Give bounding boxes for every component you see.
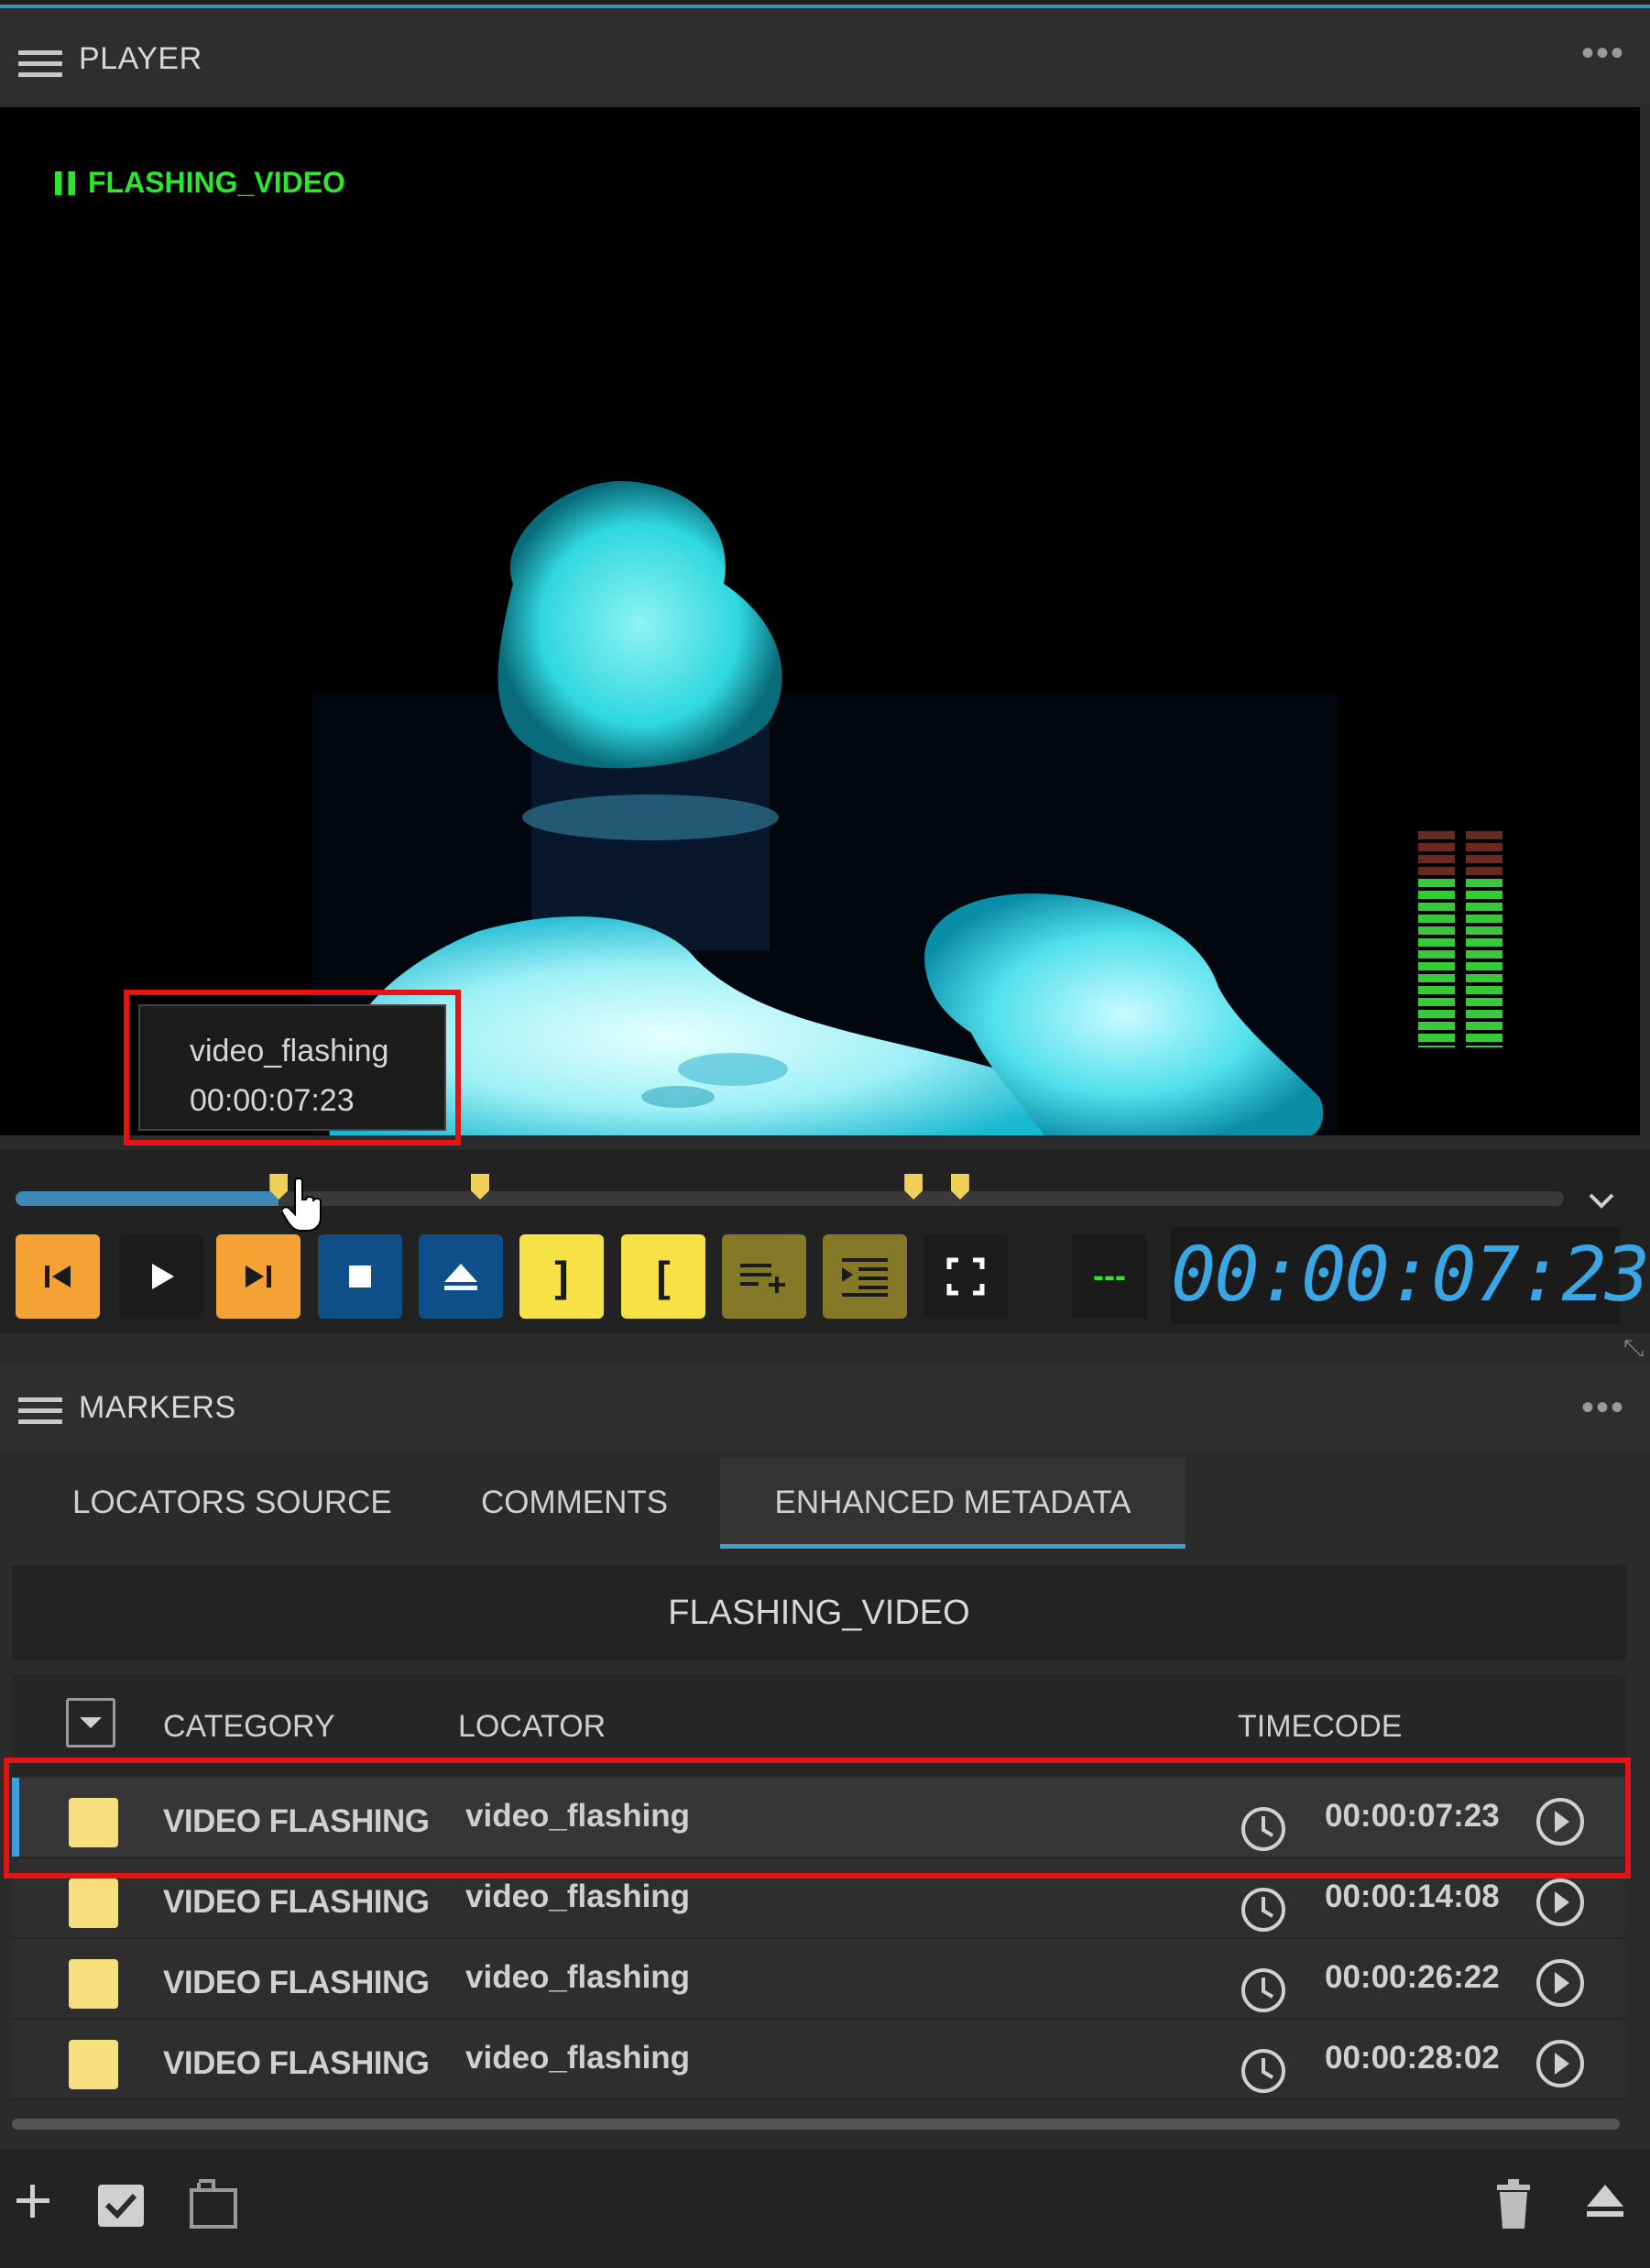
row-timecode: 00:00:26:22 (1325, 1959, 1500, 1995)
hand-cursor-icon (282, 1178, 322, 1232)
markers-title: MARKERS (79, 1390, 236, 1425)
skip-forward-icon (246, 1265, 271, 1287)
horizontal-scrollbar[interactable] (12, 2119, 1620, 2130)
column-header-locator[interactable]: LOCATOR (458, 1709, 606, 1745)
chevron-down-icon (80, 1717, 102, 1728)
video-viewport[interactable]: FLASHING_VIDEO (0, 107, 1640, 1135)
more-dots-icon[interactable]: ••• (1581, 1389, 1625, 1426)
top-accent-line (0, 0, 1650, 8)
dropdown-filter-button[interactable] (66, 1698, 115, 1748)
hamburger-icon[interactable] (18, 50, 62, 77)
row-locator: video_flashing (465, 1879, 691, 1914)
video-frame-image (311, 481, 1338, 1135)
mark-out-icon: ] (554, 1253, 569, 1300)
row-category: VIDEO FLASHING (163, 2045, 430, 2081)
clock-icon (1241, 1968, 1285, 2012)
timeline-progress (16, 1191, 279, 1206)
chevron-down-icon[interactable] (1583, 1182, 1620, 1219)
eject-button[interactable] (419, 1234, 503, 1319)
play-button[interactable] (119, 1234, 203, 1319)
marker-tooltip-highlight: video_flashing 00:00:07:23 (124, 990, 461, 1145)
clock-icon (1241, 2049, 1285, 2093)
clock-icon (1241, 1888, 1285, 1932)
fullscreen-icon (946, 1257, 985, 1296)
checkbox-icon[interactable] (96, 2183, 146, 2229)
selected-row-highlight (4, 1758, 1631, 1879)
row-category: VIDEO FLASHING (163, 1965, 430, 2000)
markers-toolbar (0, 2149, 1650, 2268)
insert-list-icon (842, 1258, 888, 1297)
trash-icon[interactable] (1493, 2179, 1534, 2229)
stop-icon (349, 1265, 371, 1287)
add-to-list-button[interactable] (722, 1234, 806, 1319)
pause-icon (55, 171, 75, 195)
category-color-swatch (69, 2040, 118, 2089)
mark-in-button[interactable]: [ (621, 1234, 705, 1319)
stop-button[interactable] (318, 1234, 402, 1319)
column-header-timecode[interactable]: TIMECODE (1238, 1709, 1402, 1745)
row-category: VIDEO FLASHING (163, 1884, 430, 1920)
mark-in-icon: [ (656, 1253, 671, 1300)
table-row[interactable]: VIDEO FLASHING video_flashing 00:00:26:2… (12, 1939, 1626, 2020)
row-timecode: 00:00:14:08 (1325, 1879, 1500, 1914)
row-locator: video_flashing (465, 2040, 691, 2076)
category-color-swatch (69, 1879, 118, 1928)
playlist-add-icon (740, 1264, 785, 1293)
eject-icon (444, 1264, 477, 1290)
clip-name-overlay: FLASHING_VIDEO (55, 166, 345, 200)
more-dots-icon[interactable]: ••• (1581, 35, 1625, 71)
timeline-track[interactable] (16, 1191, 1564, 1206)
audio-level-indicator: --- (1072, 1234, 1147, 1319)
tooltip-marker-name: video_flashing (190, 1034, 389, 1068)
timecode-display[interactable]: 00:00:07:23 (1171, 1227, 1650, 1324)
go-to-end-button[interactable] (216, 1234, 300, 1319)
tab-comments[interactable]: COMMENTS (481, 1457, 668, 1549)
tooltip-timecode: 00:00:07:23 (190, 1083, 355, 1118)
audio-level-meter (1418, 831, 1504, 1047)
play-circle-icon[interactable] (1535, 2038, 1586, 2089)
go-to-start-button[interactable] (16, 1234, 100, 1319)
copy-icon[interactable] (186, 2177, 239, 2230)
eject-icon[interactable] (1583, 2181, 1627, 2221)
player-title: PLAYER (79, 41, 202, 76)
player-panel-header: PLAYER ••• (0, 8, 1650, 104)
row-locator: video_flashing (465, 1959, 691, 1995)
row-timecode: 00:00:28:02 (1325, 2040, 1500, 2076)
clip-title: FLASHING_VIDEO (12, 1565, 1626, 1660)
plus-icon[interactable] (13, 2181, 53, 2221)
mark-out-button[interactable]: ] (519, 1234, 604, 1319)
insert-button[interactable] (823, 1234, 907, 1319)
table-row[interactable]: VIDEO FLASHING video_flashing 00:00:28:0… (12, 2020, 1626, 2100)
play-circle-icon[interactable] (1535, 1957, 1586, 2009)
column-header-category[interactable]: CATEGORY (163, 1709, 335, 1745)
play-circle-icon[interactable] (1535, 1877, 1586, 1928)
marker-tooltip: video_flashing 00:00:07:23 (138, 1004, 446, 1131)
category-color-swatch (69, 1959, 118, 2009)
tab-enhanced-metadata[interactable]: ENHANCED METADATA (720, 1457, 1186, 1549)
tab-locators-source[interactable]: LOCATORS SOURCE (72, 1457, 392, 1549)
play-icon (152, 1264, 174, 1289)
skip-back-icon (45, 1265, 71, 1287)
fullscreen-button[interactable] (923, 1234, 1008, 1319)
markers-panel-header: MARKERS ••• (0, 1363, 1650, 1451)
hamburger-icon[interactable] (18, 1397, 62, 1424)
